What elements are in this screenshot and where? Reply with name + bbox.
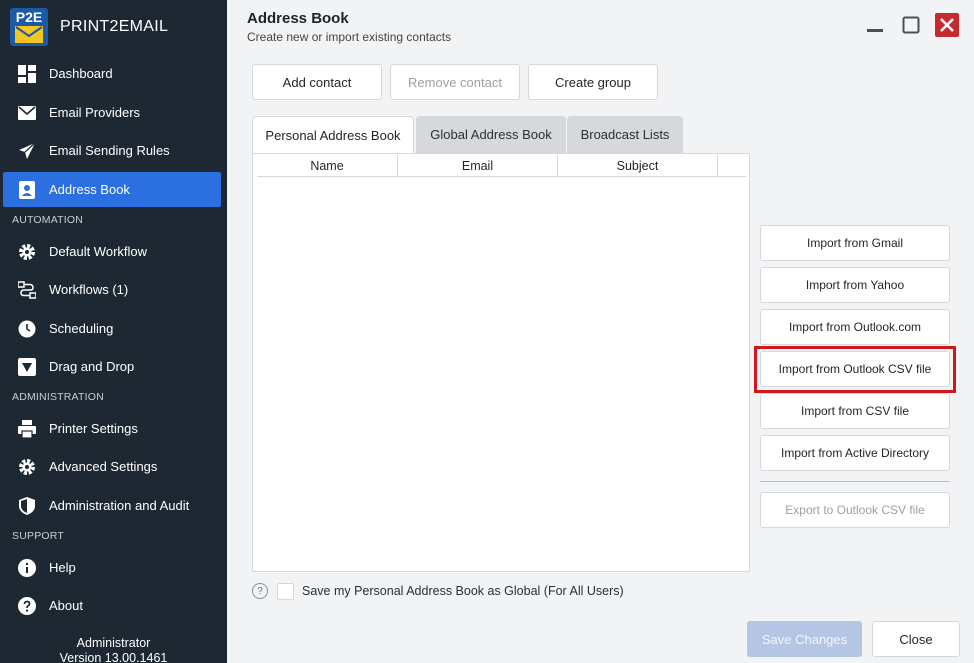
sidebar-item-advanced-settings[interactable]: Advanced Settings (3, 449, 221, 484)
sidebar-item-label: About (49, 598, 83, 613)
contact-card-icon (17, 180, 37, 200)
sidebar-item-address-book[interactable]: Address Book (3, 172, 221, 207)
section-support: SUPPORT (12, 530, 64, 542)
sidebar-item-label: Default Workflow (49, 244, 148, 259)
add-contact-button[interactable]: Add contact (252, 64, 382, 100)
workflow-icon (17, 280, 37, 300)
question-icon (17, 596, 37, 616)
table-header: Name Email Subject (257, 155, 746, 177)
main-panel: Address Book Create new or import existi… (227, 0, 974, 663)
save-global-label: Save my Personal Address Book as Global … (302, 584, 624, 598)
maximize-button[interactable] (900, 14, 922, 36)
remove-contact-button[interactable]: Remove contact (390, 64, 520, 100)
create-group-button[interactable]: Create group (528, 64, 658, 100)
import-yahoo-button[interactable]: Import from Yahoo (760, 267, 950, 303)
column-header-subject[interactable]: Subject (558, 155, 718, 177)
sidebar-item-email-sending-rules[interactable]: Email Sending Rules (3, 133, 221, 168)
envelope-logo-icon (15, 26, 43, 43)
gear-icon (17, 457, 37, 477)
minimize-icon (867, 29, 883, 32)
export-outlook-csv-button[interactable]: Export to Outlook CSV file (760, 492, 950, 528)
minimize-button[interactable] (864, 14, 886, 36)
sidebar-item-label: Email Sending Rules (49, 143, 170, 158)
sidebar-item-help[interactable]: Help (3, 550, 221, 585)
page-title: Address Book (247, 10, 349, 27)
page-subtitle: Create new or import existing contacts (247, 30, 452, 44)
user-name: Administrator (76, 636, 151, 650)
sidebar-item-label: Workflows (1) (49, 282, 129, 297)
app-version: Version 13.00.1461 (59, 651, 168, 663)
column-header-name[interactable]: Name (257, 155, 398, 177)
sidebar-item-workflows[interactable]: Workflows (1) (3, 272, 221, 307)
import-gmail-button[interactable]: Import from Gmail (760, 225, 950, 261)
sidebar-item-label: Help (49, 560, 76, 575)
import-outlook-csv-button[interactable]: Import from Outlook CSV file (760, 351, 950, 387)
user-info: Administrator Version 13.00.1461 (0, 636, 227, 663)
send-icon (17, 141, 37, 161)
import-active-directory-button[interactable]: Import from Active Directory (760, 435, 950, 471)
envelope-icon (17, 103, 37, 123)
app-name: PRINT2EMAIL (60, 18, 169, 35)
close-window-button[interactable] (935, 13, 959, 37)
save-global-checkbox[interactable] (277, 583, 294, 600)
tab-personal-address-book[interactable]: Personal Address Book (252, 116, 414, 153)
logo-text: P2E (15, 9, 43, 25)
app-logo: P2E (10, 8, 48, 46)
brand: P2E PRINT2EMAIL (10, 7, 168, 47)
drop-arrow-icon (17, 357, 37, 377)
sidebar-item-label: Dashboard (49, 66, 113, 81)
dashboard-icon (17, 64, 37, 84)
sidebar-item-printer-settings[interactable]: Printer Settings (3, 411, 221, 446)
maximize-icon (902, 16, 920, 34)
column-header-spacer (718, 155, 746, 177)
column-header-email[interactable]: Email (398, 155, 558, 177)
sidebar-item-email-providers[interactable]: Email Providers (3, 95, 221, 130)
section-automation: AUTOMATION (12, 214, 84, 226)
sidebar-item-label: Administration and Audit (49, 498, 190, 513)
sidebar-item-administration-and-audit[interactable]: Administration and Audit (3, 488, 221, 523)
section-administration: ADMINISTRATION (12, 391, 104, 403)
import-outlook-com-button[interactable]: Import from Outlook.com (760, 309, 950, 345)
sidebar-item-label: Advanced Settings (49, 459, 158, 474)
sidebar-item-label: Email Providers (49, 105, 141, 120)
sidebar-item-label: Drag and Drop (49, 359, 135, 374)
close-button[interactable]: Close (872, 621, 960, 657)
tab-global-address-book[interactable]: Global Address Book (416, 116, 566, 153)
save-changes-button[interactable]: Save Changes (747, 621, 862, 657)
info-icon (17, 558, 37, 578)
sidebar-item-about[interactable]: About (3, 588, 221, 623)
sidebar-item-label: Address Book (49, 182, 130, 197)
shield-icon (17, 496, 37, 516)
sidebar-item-default-workflow[interactable]: Default Workflow (3, 234, 221, 269)
sidebar-item-label: Printer Settings (49, 421, 138, 436)
sidebar-item-label: Scheduling (49, 321, 114, 336)
divider (760, 481, 950, 482)
sidebar-item-scheduling[interactable]: Scheduling (3, 311, 221, 346)
contacts-table[interactable]: Name Email Subject (252, 153, 750, 572)
sidebar-item-dashboard[interactable]: Dashboard (3, 56, 221, 91)
clock-icon (17, 319, 37, 339)
close-icon (940, 18, 954, 32)
import-csv-button[interactable]: Import from CSV file (760, 393, 950, 429)
sidebar: P2E PRINT2EMAIL Dashboard Email Provider… (0, 0, 227, 663)
printer-icon (17, 419, 37, 439)
help-icon[interactable]: ? (252, 583, 268, 599)
gear-icon (17, 242, 37, 262)
tab-broadcast-lists[interactable]: Broadcast Lists (567, 116, 683, 153)
sidebar-item-drag-and-drop[interactable]: Drag and Drop (3, 349, 221, 384)
